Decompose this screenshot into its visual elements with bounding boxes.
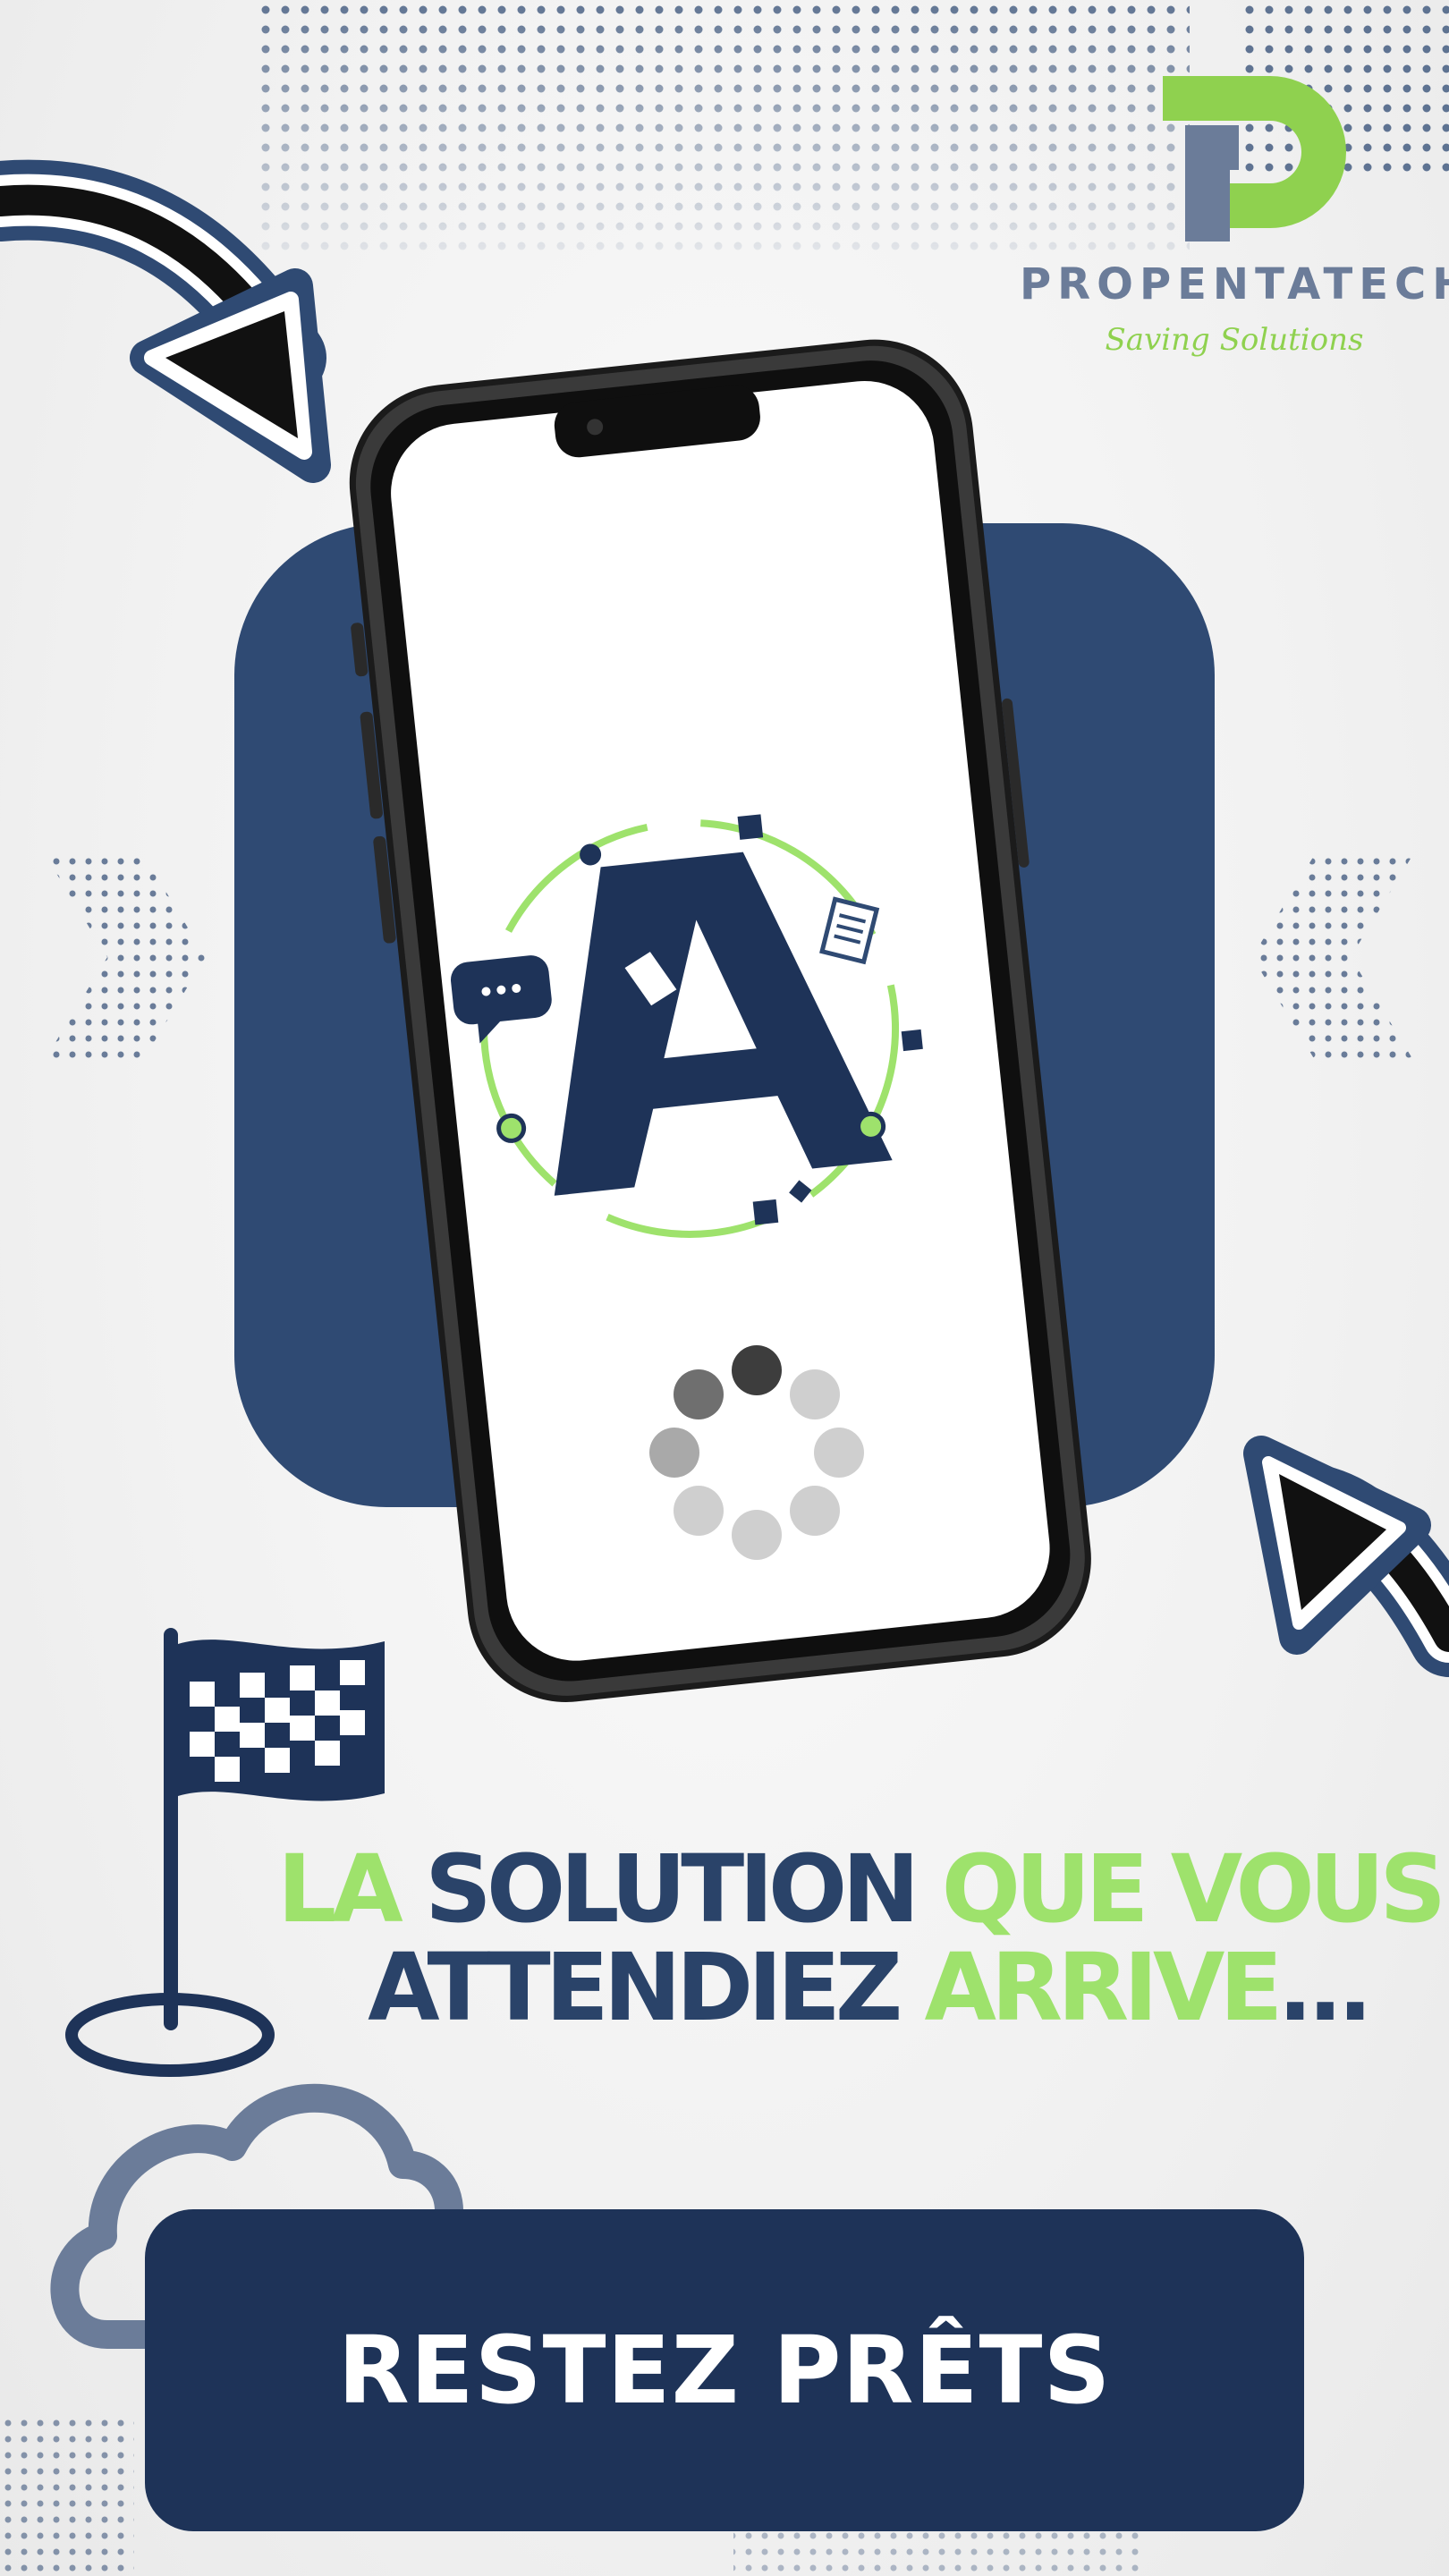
halftone-chevron-left <box>45 854 206 1060</box>
headline-word: ARRIVE <box>924 1933 1284 2042</box>
halftone-chevron-right <box>1252 854 1413 1060</box>
promo-poster: PROPENTATECH Saving Solutions LA SOLUTIO… <box>0 0 1449 2576</box>
cta-label: RESTEZ PRÊTS <box>337 2316 1112 2425</box>
arrow-icon <box>1243 1436 1449 1677</box>
headline-line-1: LA SOLUTION QUE VOUS <box>277 1843 1446 1936</box>
stay-tuned-button[interactable]: RESTEZ PRÊTS <box>145 2209 1304 2531</box>
headline-word: LA <box>277 1835 425 1944</box>
headline-word: ATTENDIEZ <box>368 1933 925 2042</box>
headline-word: QUE VOUS <box>941 1835 1447 1944</box>
brand-tagline: Saving Solutions <box>1105 322 1364 358</box>
headline-word: SOLUTION <box>424 1835 942 1944</box>
headline-word: ... <box>1277 1933 1373 2042</box>
headline-line-2: ATTENDIEZ ARRIVE... <box>358 1941 1377 2034</box>
halftone-bottom-left <box>0 2415 134 2576</box>
brand-name: PROPENTATECH <box>1020 259 1449 309</box>
background-graphics <box>0 0 1449 2576</box>
